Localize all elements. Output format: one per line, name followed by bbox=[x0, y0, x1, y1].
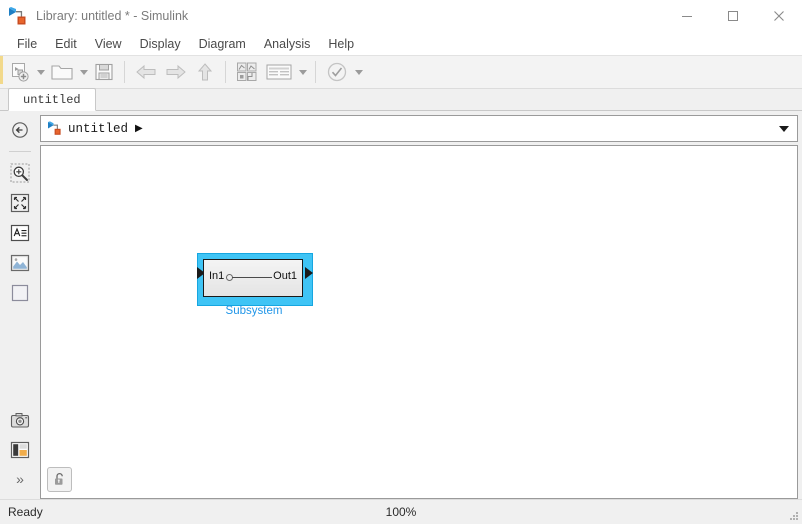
zoom-level[interactable]: 100% bbox=[0, 505, 802, 519]
library-browser-icon[interactable] bbox=[232, 59, 262, 85]
forward-arrow-icon[interactable] bbox=[161, 59, 191, 85]
window-controls bbox=[664, 0, 802, 32]
output-port-arrow bbox=[305, 267, 313, 279]
window-title: Library: untitled * - Simulink bbox=[36, 9, 189, 23]
tab-untitled[interactable]: untitled bbox=[8, 88, 96, 111]
subsystem-block-body[interactable]: In1 Out1 bbox=[203, 259, 303, 297]
area-annotation-icon[interactable] bbox=[7, 280, 33, 306]
close-icon[interactable] bbox=[756, 0, 802, 32]
tab-strip: untitled bbox=[0, 88, 802, 111]
breadcrumb-path-label[interactable]: untitled bbox=[68, 122, 128, 136]
toolbar-drag-handle bbox=[0, 56, 3, 84]
block-caption[interactable]: Subsystem bbox=[197, 305, 311, 318]
status-bar: Ready 100% bbox=[0, 499, 802, 524]
rail-bottom-group: » bbox=[7, 407, 33, 499]
canvas-container: In1 Out1 Subsystem bbox=[40, 145, 798, 499]
menu-bar: File Edit View Display Diagram Analysis … bbox=[0, 32, 802, 55]
menu-display[interactable]: Display bbox=[131, 35, 190, 53]
simulink-icon bbox=[47, 121, 63, 136]
menu-diagram[interactable]: Diagram bbox=[190, 35, 255, 53]
main-toolbar bbox=[0, 55, 802, 89]
image-annotation-icon[interactable] bbox=[7, 250, 33, 276]
model-canvas[interactable]: In1 Out1 Subsystem bbox=[40, 145, 798, 499]
camera-snapshot-icon[interactable] bbox=[7, 407, 33, 433]
new-model-icon[interactable] bbox=[6, 59, 34, 85]
menu-edit[interactable]: Edit bbox=[46, 35, 86, 53]
navigate-back-icon[interactable] bbox=[7, 117, 33, 143]
canvas-tool-rail: » bbox=[0, 111, 40, 499]
toolbar-separator bbox=[315, 61, 316, 83]
editor-body: » untitled ▶ In1 Out1 Subsystem bbox=[0, 111, 802, 499]
save-icon[interactable] bbox=[90, 59, 118, 85]
toolbar-separator bbox=[225, 61, 226, 83]
breadcrumb: untitled ▶ bbox=[40, 115, 798, 142]
back-arrow-icon[interactable] bbox=[131, 59, 161, 85]
model-explorer-caret[interactable] bbox=[296, 59, 309, 85]
input-port-label: In1 bbox=[209, 270, 225, 282]
expand-chevrons-icon[interactable]: » bbox=[16, 467, 24, 493]
fit-to-view-icon[interactable] bbox=[7, 190, 33, 216]
update-model-caret[interactable] bbox=[352, 59, 365, 85]
simulink-icon bbox=[7, 6, 29, 26]
rail-divider bbox=[9, 151, 31, 152]
legend-icon[interactable] bbox=[7, 437, 33, 463]
editor-content: untitled ▶ In1 Out1 Subsystem bbox=[40, 111, 802, 499]
unlocked-padlock-icon[interactable] bbox=[47, 467, 72, 492]
menu-analysis[interactable]: Analysis bbox=[255, 35, 320, 53]
subsystem-block[interactable]: In1 Out1 Subsystem bbox=[197, 253, 313, 321]
update-model-icon[interactable] bbox=[322, 59, 352, 85]
model-explorer-icon[interactable] bbox=[262, 59, 296, 85]
title-bar: Library: untitled * - Simulink bbox=[0, 0, 802, 32]
toolbar-separator bbox=[124, 61, 125, 83]
minimize-icon[interactable] bbox=[664, 0, 710, 32]
resize-grip-icon[interactable] bbox=[788, 510, 799, 521]
maximize-icon[interactable] bbox=[710, 0, 756, 32]
open-folder-caret[interactable] bbox=[77, 59, 90, 85]
menu-view[interactable]: View bbox=[86, 35, 131, 53]
open-folder-icon[interactable] bbox=[47, 59, 77, 85]
menu-help[interactable]: Help bbox=[319, 35, 363, 53]
output-port-label: Out1 bbox=[273, 270, 297, 282]
chevron-down-icon[interactable] bbox=[771, 116, 797, 141]
up-arrow-icon[interactable] bbox=[191, 59, 219, 85]
tab-label: untitled bbox=[23, 92, 81, 107]
breadcrumb-separator: ▶ bbox=[135, 122, 143, 134]
simulink-window: Library: untitled * - Simulink File Edit… bbox=[0, 0, 802, 524]
text-annotation-icon[interactable] bbox=[7, 220, 33, 246]
menu-file[interactable]: File bbox=[8, 35, 46, 53]
internal-signal-line bbox=[232, 277, 272, 278]
new-model-caret[interactable] bbox=[34, 59, 47, 85]
zoom-region-icon[interactable] bbox=[7, 160, 33, 186]
